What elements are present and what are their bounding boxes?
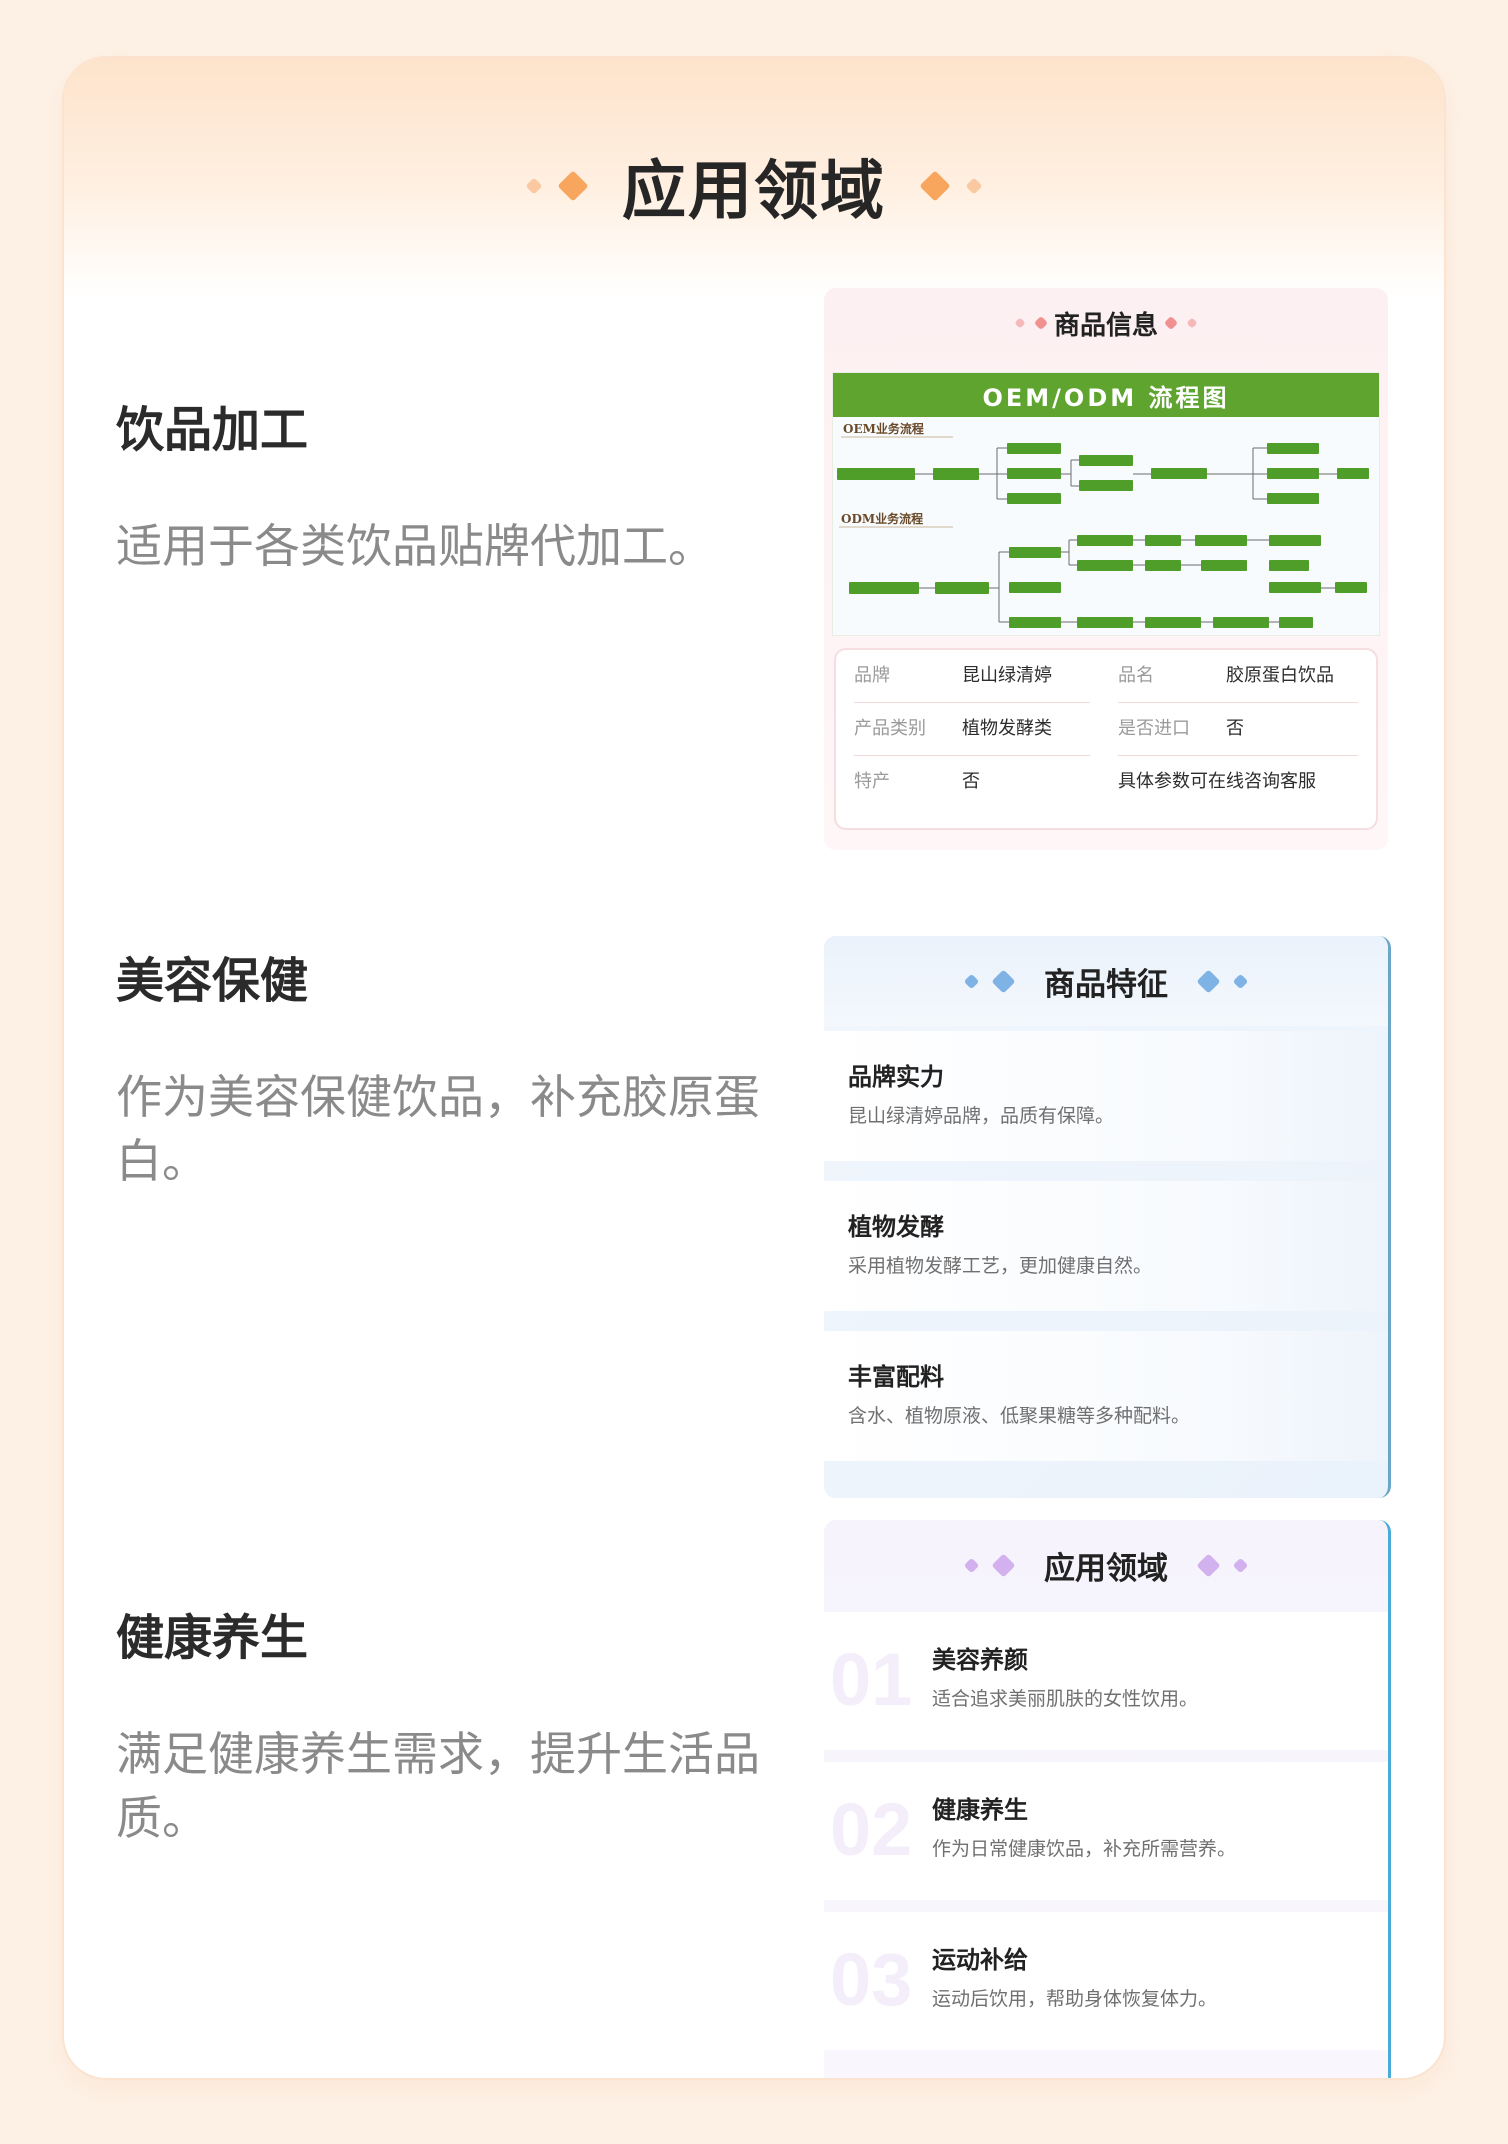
diamond-icon	[1014, 317, 1026, 329]
application-title: 健康养生	[932, 1796, 1028, 1824]
feature-desc: 含水、植物原液、低聚果糖等多种配料。	[848, 1405, 1191, 1427]
oem-flow-label: OEM业务流程	[843, 421, 924, 436]
left-item-heading: 饮品加工	[116, 402, 309, 458]
feature-desc: 昆山绿清婷品牌，品质有保障。	[848, 1105, 1115, 1127]
diamond-icon	[963, 973, 980, 989]
application-item: 01 美容养颜 适合追求美丽肌肤的女性饮用。	[824, 1612, 1388, 1750]
feature-title: 植物发酵	[848, 1213, 944, 1241]
spec-table: 品牌 昆山绿清婷 品名 胶原蛋白饮品 产品类别 植物发酵类 是否进口 否 特产 …	[834, 648, 1378, 830]
diamond-icon	[1232, 1557, 1249, 1573]
spec-label: 是否进口	[1118, 718, 1190, 739]
page-header: 应用领域	[64, 136, 1444, 236]
diamond-icon	[1196, 968, 1221, 994]
feature-item: 植物发酵 采用植物发酵工艺，更加健康自然。	[824, 1181, 1388, 1311]
spec-label: 特产	[854, 771, 890, 792]
application-item: 03 运动补给 运动后饮用，帮助身体恢复体力。	[824, 1912, 1388, 2050]
application-number: 01	[830, 1638, 913, 1721]
diamond-icon	[1033, 315, 1049, 331]
panel-title-text: 商品信息	[1053, 310, 1158, 341]
diamond-icon	[1163, 315, 1179, 331]
diamond-icon	[1196, 1552, 1221, 1578]
page-title: 应用领域	[622, 155, 886, 229]
left-item-beverage-processing: 饮品加工 适用于各类饮品贴牌代加工。	[116, 400, 796, 578]
spec-value: 植物发酵类	[962, 718, 1052, 739]
application-desc: 适合追求美丽肌肤的女性饮用。	[932, 1688, 1199, 1710]
diamond-icon	[991, 1552, 1016, 1578]
application-item: 02 健康养生 作为日常健康饮品，补充所需营养。	[824, 1762, 1388, 1900]
spec-row: 产品类别 植物发酵类 是否进口 否	[854, 703, 1358, 755]
left-item-text: 满足健康养生需求，提升生活品质。	[116, 1727, 760, 1845]
application-desc: 作为日常健康饮品，补充所需营养。	[932, 1838, 1237, 1860]
diamond-icon	[963, 1557, 980, 1573]
left-item-text: 适用于各类饮品贴牌代加工。	[116, 519, 714, 573]
product-features-panel: 商品特征 品牌实力 昆山绿清婷品牌，品质有保障。 植物发酵 采用植物发酵工艺，更…	[824, 936, 1391, 1498]
feature-desc: 采用植物发酵工艺，更加健康自然。	[848, 1255, 1153, 1277]
diamond-icon	[557, 170, 589, 202]
application-title: 美容养颜	[932, 1646, 1028, 1674]
spec-label: 品名	[1118, 665, 1154, 686]
spec-label: 品牌	[854, 665, 890, 686]
spec-value: 否	[1226, 718, 1244, 739]
application-number: 03	[830, 1938, 913, 2021]
page-card: 应用领域 饮品加工 适用于各类饮品贴牌代加工。 美容保健 作为美容保健饮品，补充…	[64, 58, 1444, 2078]
application-fields-panel: 应用领域 01 美容养颜 适合追求美丽肌肤的女性饮用。 02 健康养生 作为日常…	[824, 1520, 1391, 2078]
left-item-text: 作为美容保健饮品，补充胶原蛋白。	[116, 1070, 760, 1188]
panel-title: 商品特征	[824, 936, 1388, 1026]
diamond-icon	[919, 170, 951, 202]
product-info-panel: 商品信息 OEM/ODM 流程图 OEM业务流程 ODM业务流程 品牌 昆山绿清…	[824, 288, 1388, 850]
spec-row: 特产 否 具体参数可在线咨询客服	[854, 756, 1358, 808]
spec-value: 昆山绿清婷	[962, 665, 1052, 686]
diamond-icon	[1186, 317, 1198, 329]
spec-value: 否	[962, 771, 980, 792]
feature-title: 丰富配料	[848, 1363, 944, 1391]
left-item-heading: 健康养生	[116, 1610, 309, 1666]
panel-title-text: 商品特征	[1044, 966, 1168, 1003]
diamond-icon	[525, 177, 543, 195]
panel-title: 商品信息	[824, 288, 1388, 358]
panel-title-text: 应用领域	[1044, 1550, 1168, 1587]
diamond-icon	[991, 968, 1016, 994]
application-title: 运动补给	[932, 1946, 1028, 1974]
feature-item: 丰富配料 含水、植物原液、低聚果糖等多种配料。	[824, 1331, 1388, 1461]
diamond-icon	[965, 177, 983, 195]
feature-title: 品牌实力	[848, 1063, 944, 1091]
left-item-wellness: 健康养生 满足健康养生需求，提升生活品质。	[116, 1608, 796, 1850]
feature-item: 品牌实力 昆山绿清婷品牌，品质有保障。	[824, 1031, 1388, 1161]
flowchart-diagram: OEM业务流程 ODM业务流程	[833, 417, 1379, 635]
spec-label: 产品类别	[854, 718, 926, 739]
diamond-icon	[1232, 973, 1249, 989]
odm-flow-label: ODM业务流程	[841, 511, 923, 526]
flowchart-title: OEM/ODM 流程图	[833, 373, 1379, 417]
panel-title: 应用领域	[824, 1520, 1388, 1610]
oem-odm-flowchart-image: OEM/ODM 流程图 OEM业务流程 ODM业务流程	[832, 372, 1380, 636]
left-item-heading: 美容保健	[116, 953, 309, 1009]
application-number: 02	[830, 1788, 913, 1871]
spec-value: 胶原蛋白饮品	[1226, 665, 1334, 686]
spec-row: 品牌 昆山绿清婷 品名 胶原蛋白饮品	[854, 650, 1358, 702]
left-item-beauty-health: 美容保健 作为美容保健饮品，补充胶原蛋白。	[116, 951, 796, 1193]
application-desc: 运动后饮用，帮助身体恢复体力。	[932, 1988, 1218, 2010]
spec-note: 具体参数可在线咨询客服	[1118, 771, 1316, 792]
